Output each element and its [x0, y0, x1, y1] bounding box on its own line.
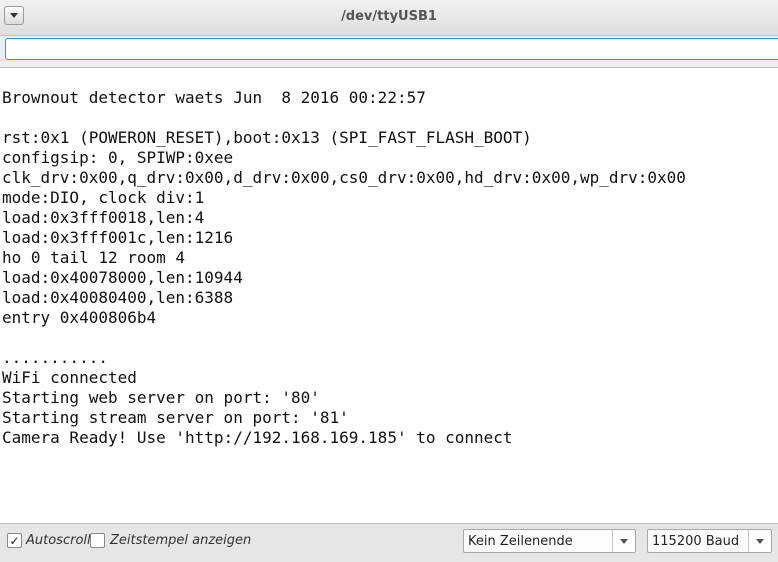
output-line: rst:0x1 (POWERON_RESET),boot:0x13 (SPI_F… — [2, 128, 532, 147]
line-ending-value: Kein Zeilenende — [468, 534, 573, 549]
line-ending-select[interactable]: Kein Zeilenende — [463, 529, 636, 553]
line-ending-dropdown-arrow — [612, 530, 635, 552]
output-line: mode:DIO, clock div:1 — [2, 188, 205, 207]
output-line: ho 0 tail 12 room 4 — [2, 248, 186, 267]
baud-rate-dropdown-arrow — [748, 530, 771, 552]
output-line: ........... — [2, 348, 108, 367]
output-line: Camera Ready! Use 'http://192.168.169.18… — [2, 428, 513, 447]
send-bar — [0, 36, 778, 67]
timestamp-checkbox[interactable] — [90, 533, 105, 548]
output-line: Starting web server on port: '80' — [2, 388, 320, 407]
output-line: load:0x3fff0018,len:4 — [2, 208, 205, 227]
chevron-down-icon — [620, 538, 628, 544]
baud-rate-select[interactable]: 115200 Baud — [647, 529, 772, 553]
output-line: WiFi connected — [2, 368, 137, 387]
output-lines: Brownout detector waets Jun 8 2016 00:22… — [2, 88, 686, 448]
output-line: entry 0x400806b4 — [2, 308, 157, 327]
window-title: /dev/ttyUSB1 — [341, 9, 437, 24]
baud-rate-value: 115200 Baud — [652, 534, 740, 549]
output-line: load:0x40078000,len:10944 — [2, 268, 243, 287]
output-line: Brownout detector waets Jun 8 2016 00:22… — [2, 88, 426, 107]
output-line: load:0x3fff001c,len:1216 — [2, 228, 234, 247]
chevron-down-icon — [756, 538, 764, 544]
timestamp-label[interactable]: Zeitstempel anzeigen — [110, 533, 251, 548]
output-line: Starting stream server on port: '81' — [2, 408, 349, 427]
output-line: clk_drv:0x00,q_drv:0x00,d_drv:0x00,cs0_d… — [2, 168, 686, 187]
status-bar: ✓ Autoscroll Zeitstempel anzeigen Kein Z… — [0, 523, 778, 562]
output-line: load:0x40080400,len:6388 — [2, 288, 234, 307]
title-bar: /dev/ttyUSB1 — [0, 0, 778, 36]
autoscroll-checkbox[interactable]: ✓ — [7, 533, 22, 548]
serial-output[interactable]: Brownout detector waets Jun 8 2016 00:22… — [0, 67, 778, 523]
autoscroll-label[interactable]: Autoscroll — [26, 533, 91, 548]
output-line: configsip: 0, SPIWP:0xee — [2, 148, 234, 167]
send-input[interactable] — [5, 38, 778, 60]
